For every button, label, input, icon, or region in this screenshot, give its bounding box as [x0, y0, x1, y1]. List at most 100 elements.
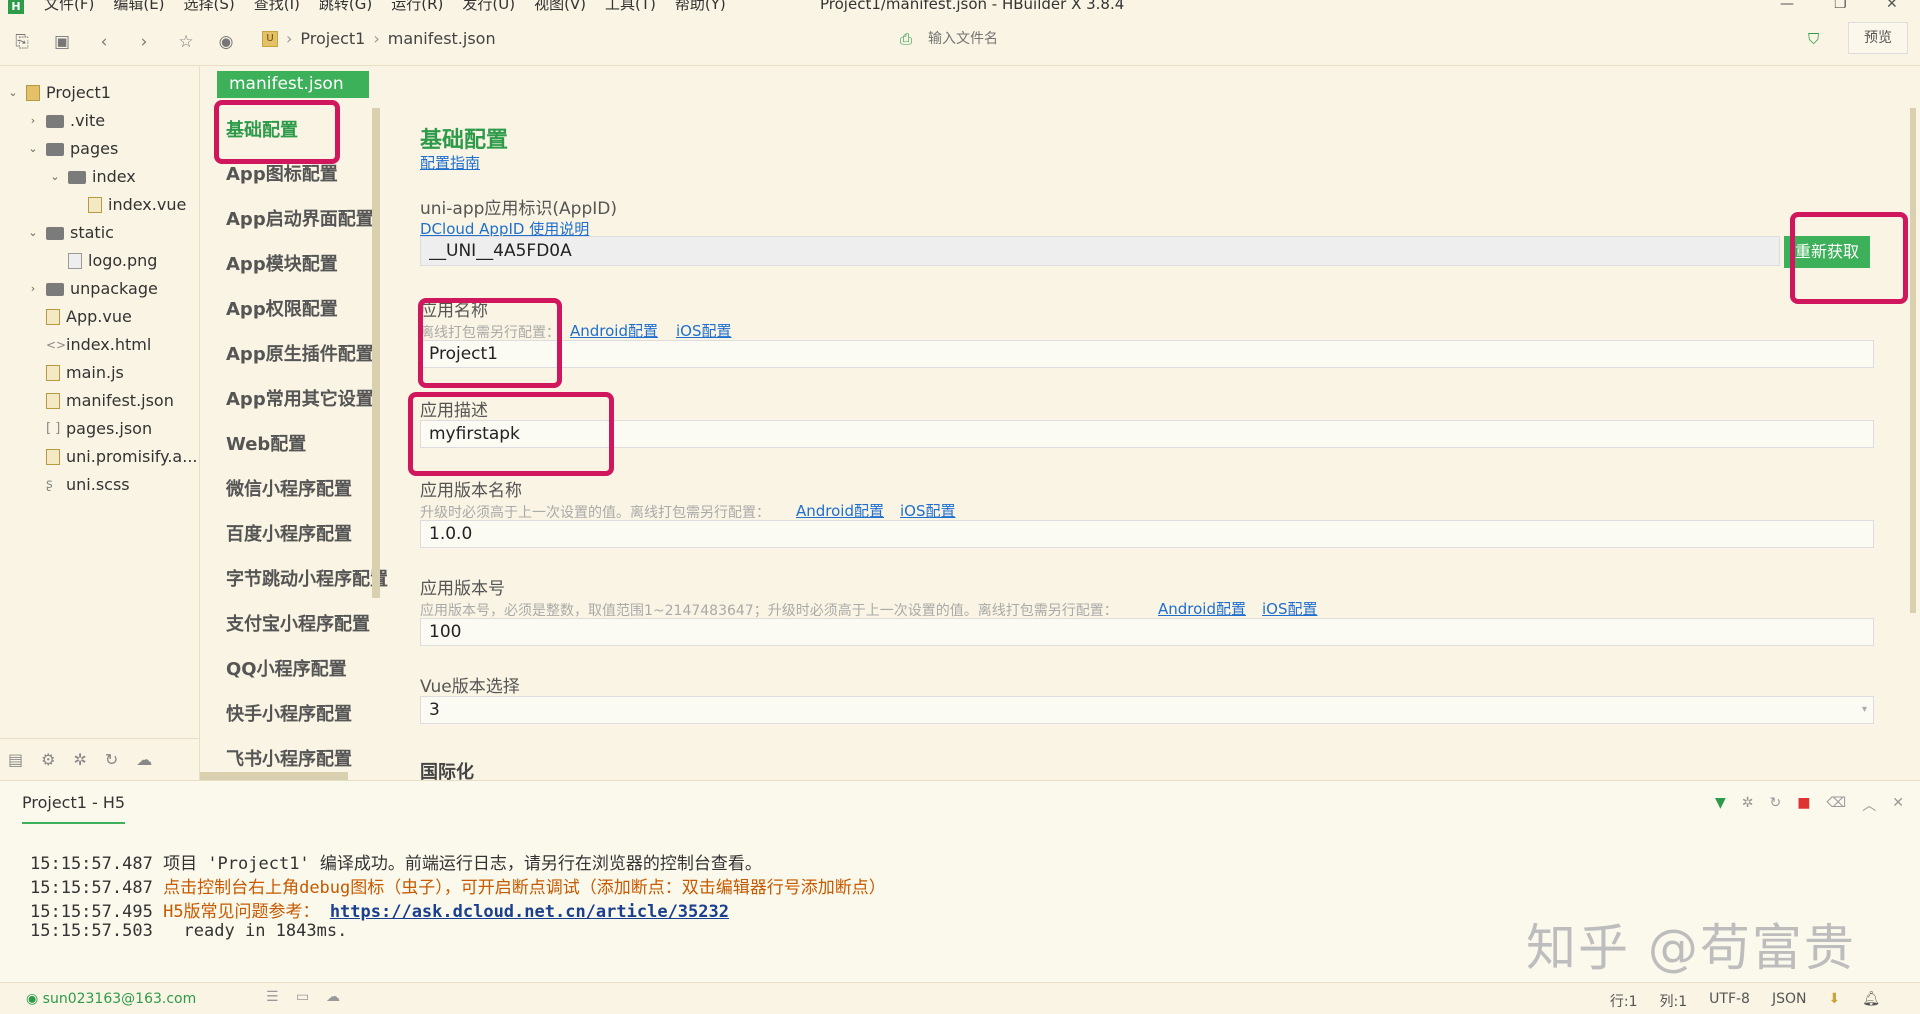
language-mode[interactable]: JSON [1772, 991, 1807, 1011]
plugin-icon[interactable]: ⚙ [41, 750, 55, 769]
tree-item-index-html[interactable]: <> index.html [46, 332, 151, 358]
version-name-ios-link[interactable]: iOS配置 [900, 500, 956, 521]
faq-link[interactable]: https://ask.dcloud.net.cn/article/35232 [330, 902, 729, 922]
chevron-up-icon[interactable]: ︿ [1862, 795, 1876, 815]
config-nav-qq[interactable]: QQ小程序配置 [226, 655, 347, 685]
debug-icon[interactable]: ✲ [1742, 795, 1754, 815]
menu-select[interactable]: 选择(S) [184, 0, 235, 12]
tree-item-uni-promisify[interactable]: uni.promisify.a... [46, 444, 197, 470]
appid-field[interactable] [420, 236, 1780, 266]
file-name-input[interactable] [928, 27, 1488, 51]
save-icon[interactable]: ▣ [52, 32, 72, 52]
config-nav-baidu[interactable]: 百度小程序配置 [226, 520, 352, 550]
encoding[interactable]: UTF-8 [1709, 991, 1750, 1011]
menu-file[interactable]: 文件(F) [44, 0, 94, 12]
tree-item-index-folder[interactable]: ⌄ index [48, 164, 135, 190]
terminal-icon[interactable]: ▭ [296, 989, 309, 1005]
config-nav-feishu[interactable]: 飞书小程序配置 [226, 745, 352, 775]
close-icon[interactable]: ✕ [1892, 795, 1904, 815]
tree-item-app-vue[interactable]: App.vue [46, 304, 132, 330]
tree-item-project1[interactable]: ⌄ Project1 [6, 80, 111, 106]
version-code-ios-link[interactable]: iOS配置 [1262, 598, 1318, 619]
version-name-android-link[interactable]: Android配置 [796, 500, 884, 521]
new-file-icon[interactable]: ⎘ [12, 32, 32, 52]
cloud-icon[interactable]: ☁ [136, 750, 152, 769]
tree-item-unpackage[interactable]: › unpackage [26, 276, 158, 302]
config-nav-app-native-plugins[interactable]: App原生插件配置 [226, 340, 374, 370]
minimize-icon[interactable]: — [1780, 0, 1794, 11]
tree-item-uni-scss[interactable]: ʂ uni.scss [46, 472, 130, 498]
appname-field[interactable] [420, 340, 1874, 368]
forward-icon[interactable]: › [134, 32, 154, 52]
menu-view[interactable]: 视图(V) [534, 0, 586, 12]
tree-item-manifest-json[interactable]: manifest.json [46, 388, 174, 414]
version-code-field[interactable] [420, 618, 1874, 646]
appdesc-field[interactable] [420, 420, 1874, 448]
vue-version-select[interactable]: 3 ▾ [420, 696, 1874, 724]
menu-edit[interactable]: 编辑(E) [113, 0, 164, 12]
clear-icon[interactable]: ⌫ [1826, 795, 1846, 815]
tree-item-pages[interactable]: ⌄ pages [26, 136, 118, 162]
tree-label: pages.json [66, 419, 153, 438]
highlight-box [1790, 212, 1908, 304]
bell-icon[interactable]: 🔔︎ [1862, 991, 1880, 1011]
back-icon[interactable]: ‹ [94, 32, 114, 52]
config-nav-toutiao[interactable]: 字节跳动小程序配置 [226, 565, 388, 595]
console-tab[interactable]: Project1 - H5 [22, 793, 126, 824]
folder-icon [46, 142, 64, 156]
account-status[interactable]: ◉ sun023163@163.com [26, 991, 196, 1007]
config-nav-app-icon[interactable]: App图标配置 [226, 160, 338, 190]
appname-android-link[interactable]: Android配置 [570, 320, 658, 341]
menu-run[interactable]: 运行(R) [391, 0, 443, 12]
breadcrumb-project[interactable]: Project1 [300, 29, 365, 48]
tree-item-pages-json[interactable]: [ ] pages.json [46, 416, 152, 442]
tree-item-static[interactable]: ⌄ static [26, 220, 114, 246]
menu-find[interactable]: 查找(I) [254, 0, 300, 12]
preview-button[interactable]: 预览 [1848, 22, 1908, 54]
cursor-col[interactable]: 列:1 [1660, 991, 1688, 1011]
tree-label: uni.scss [66, 475, 130, 494]
config-nav-app-modules[interactable]: App模块配置 [226, 250, 338, 280]
tree-item-main-js[interactable]: main.js [46, 360, 124, 386]
version-code-android-link[interactable]: Android配置 [1158, 598, 1246, 619]
filter-icon[interactable]: ⛉ [1808, 30, 1819, 48]
maximize-icon[interactable]: ❐ [1834, 0, 1847, 11]
run-icon[interactable]: ◉ [216, 32, 236, 52]
config-nav-alipay[interactable]: 支付宝小程序配置 [226, 610, 370, 640]
tab-manifest-json[interactable]: manifest.json [217, 71, 369, 98]
chevron-right-icon: › [373, 29, 380, 48]
cloud-icon[interactable]: ☁ [326, 989, 340, 1005]
filter-icon[interactable]: ▼ [1715, 795, 1726, 815]
tree-item-logo-png[interactable]: logo.png [68, 248, 157, 274]
cursor-row[interactable]: 行:1 [1610, 991, 1638, 1011]
close-icon[interactable]: ✕ [1886, 0, 1898, 11]
appname-ios-link[interactable]: iOS配置 [676, 320, 732, 341]
menu-publish[interactable]: 发行(U) [462, 0, 515, 12]
download-icon[interactable]: ⬇ [1828, 991, 1840, 1011]
restart-icon[interactable]: ↻ [1770, 795, 1782, 815]
menu-tools[interactable]: 工具(T) [605, 0, 656, 12]
config-guide-link[interactable]: 配置指南 [420, 152, 480, 173]
config-nav-app-splash[interactable]: App启动界面配置 [226, 205, 374, 235]
config-nav-web[interactable]: Web配置 [226, 430, 306, 460]
outline-icon[interactable]: ☰ [266, 989, 279, 1005]
tree-item-index-vue[interactable]: index.vue [88, 192, 186, 218]
config-nav-weixin[interactable]: 微信小程序配置 [226, 475, 352, 505]
form-scrollbar[interactable] [1910, 108, 1916, 613]
stop-icon[interactable]: ■ [1797, 795, 1810, 815]
refresh-icon[interactable]: ↻ [105, 750, 118, 769]
menu-goto[interactable]: 跳转(G) [319, 0, 372, 12]
config-nav-hscrollbar[interactable] [200, 772, 348, 780]
menu-help[interactable]: 帮助(Y) [675, 0, 726, 12]
version-name-field[interactable] [420, 520, 1874, 548]
config-nav-kuaishou[interactable]: 快手小程序配置 [226, 700, 352, 730]
breadcrumb-file[interactable]: manifest.json [388, 29, 496, 48]
tree-item-vite[interactable]: › .vite [26, 108, 105, 134]
config-nav-scrollbar[interactable] [372, 108, 380, 598]
config-nav-app-permissions[interactable]: App权限配置 [226, 295, 338, 325]
star-icon[interactable]: ☆ [176, 32, 196, 52]
project-manager-icon[interactable]: ▤ [8, 750, 23, 769]
debug-icon[interactable]: ✲ [73, 750, 86, 769]
log-time: 15:15:57.495 [30, 902, 153, 922]
config-nav-app-other[interactable]: App常用其它设置 [226, 385, 374, 415]
